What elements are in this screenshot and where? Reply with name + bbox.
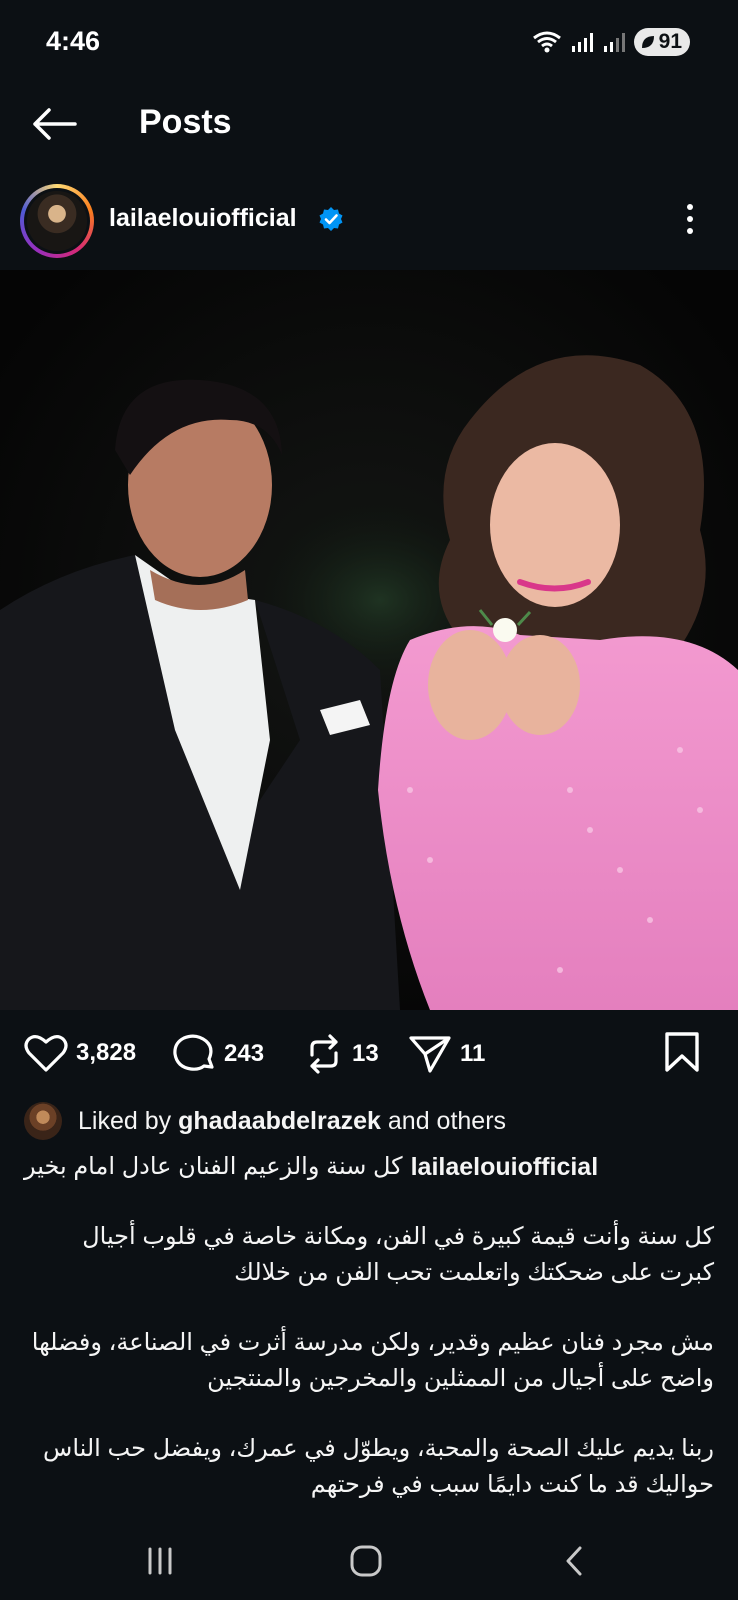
comment-icon bbox=[173, 1034, 214, 1071]
shares-count: 11 bbox=[460, 1040, 486, 1067]
caption-paragraph-2: مش مجرد فنان عظيم وقدير، ولكن مدرسة أثرت… bbox=[31, 1329, 714, 1392]
top-header: Posts bbox=[0, 88, 738, 160]
status-bar: 4:46 91 bbox=[0, 0, 738, 88]
more-options-button[interactable] bbox=[680, 200, 700, 238]
likes-count: 3,828 bbox=[76, 1039, 137, 1066]
home-icon bbox=[350, 1545, 382, 1577]
liker-avatar bbox=[24, 1102, 62, 1140]
signal-1-icon bbox=[571, 33, 593, 52]
battery-level: 91 bbox=[658, 30, 682, 53]
comments-count: 243 bbox=[224, 1040, 265, 1067]
system-navbar bbox=[0, 1520, 738, 1600]
leaf-icon bbox=[641, 36, 654, 48]
liked-by-prefix: Liked by bbox=[78, 1106, 172, 1135]
bookmark-icon bbox=[665, 1032, 699, 1072]
recent-apps-icon bbox=[148, 1547, 172, 1575]
caption-headline: كل سنة والزعيم الفنان عادل امام بخير bbox=[24, 1153, 403, 1180]
chevron-left-icon bbox=[566, 1546, 582, 1576]
post-image[interactable] bbox=[0, 270, 738, 1010]
liked-by-row[interactable]: Liked by ghadaabdelrazek and others bbox=[24, 1101, 506, 1141]
signal-2-icon bbox=[603, 33, 625, 52]
more-vertical-icon bbox=[687, 204, 693, 210]
post-actions: 3,828 243 13 11 bbox=[0, 1025, 738, 1085]
liked-by-suffix: and others bbox=[387, 1106, 507, 1135]
caption-paragraph-3: ربنا يديم عليك الصحة والمحبة، ويطوّل في … bbox=[43, 1435, 714, 1498]
author-username[interactable]: lailaelouiofficial bbox=[109, 204, 297, 233]
send-icon bbox=[409, 1036, 451, 1073]
post-author-row: lailaelouiofficial bbox=[0, 180, 738, 262]
post-caption: lailaelouiofficial كل سنة والزعيم الفنان… bbox=[24, 1145, 714, 1503]
battery-indicator: 91 bbox=[633, 28, 690, 56]
home-button[interactable] bbox=[336, 1540, 396, 1582]
reposts-count: 13 bbox=[352, 1040, 379, 1067]
save-button[interactable] bbox=[664, 1031, 700, 1078]
caption-username[interactable]: lailaelouiofficial bbox=[411, 1149, 599, 1185]
share-button[interactable]: 11 bbox=[408, 1033, 485, 1075]
page-title: Posts bbox=[139, 103, 232, 141]
verified-badge-icon bbox=[319, 207, 343, 231]
wifi-icon bbox=[532, 31, 561, 53]
back-button[interactable] bbox=[30, 104, 78, 144]
like-button[interactable]: 3,828 bbox=[24, 1033, 136, 1073]
liked-by-user[interactable]: ghadaabdelrazek bbox=[178, 1107, 381, 1135]
status-time: 4:46 bbox=[46, 26, 101, 56]
arrow-left-icon bbox=[33, 108, 77, 140]
recent-apps-button[interactable] bbox=[130, 1540, 190, 1582]
repost-icon bbox=[310, 1034, 338, 1074]
heart-icon bbox=[24, 1035, 68, 1072]
caption-first-line: lailaelouiofficial كل سنة والزعيم الفنان… bbox=[24, 1145, 714, 1189]
system-back-button[interactable] bbox=[544, 1540, 604, 1582]
repost-button[interactable]: 13 bbox=[304, 1033, 379, 1075]
comment-button[interactable]: 243 bbox=[172, 1033, 264, 1075]
status-icons: 91 bbox=[532, 28, 690, 56]
caption-paragraph-1: كل سنة وأنت قيمة كبيرة في الفن، ومكانة خ… bbox=[82, 1223, 714, 1286]
liked-by-text: Liked by ghadaabdelrazek and others bbox=[78, 1107, 506, 1136]
author-avatar[interactable] bbox=[20, 184, 94, 258]
